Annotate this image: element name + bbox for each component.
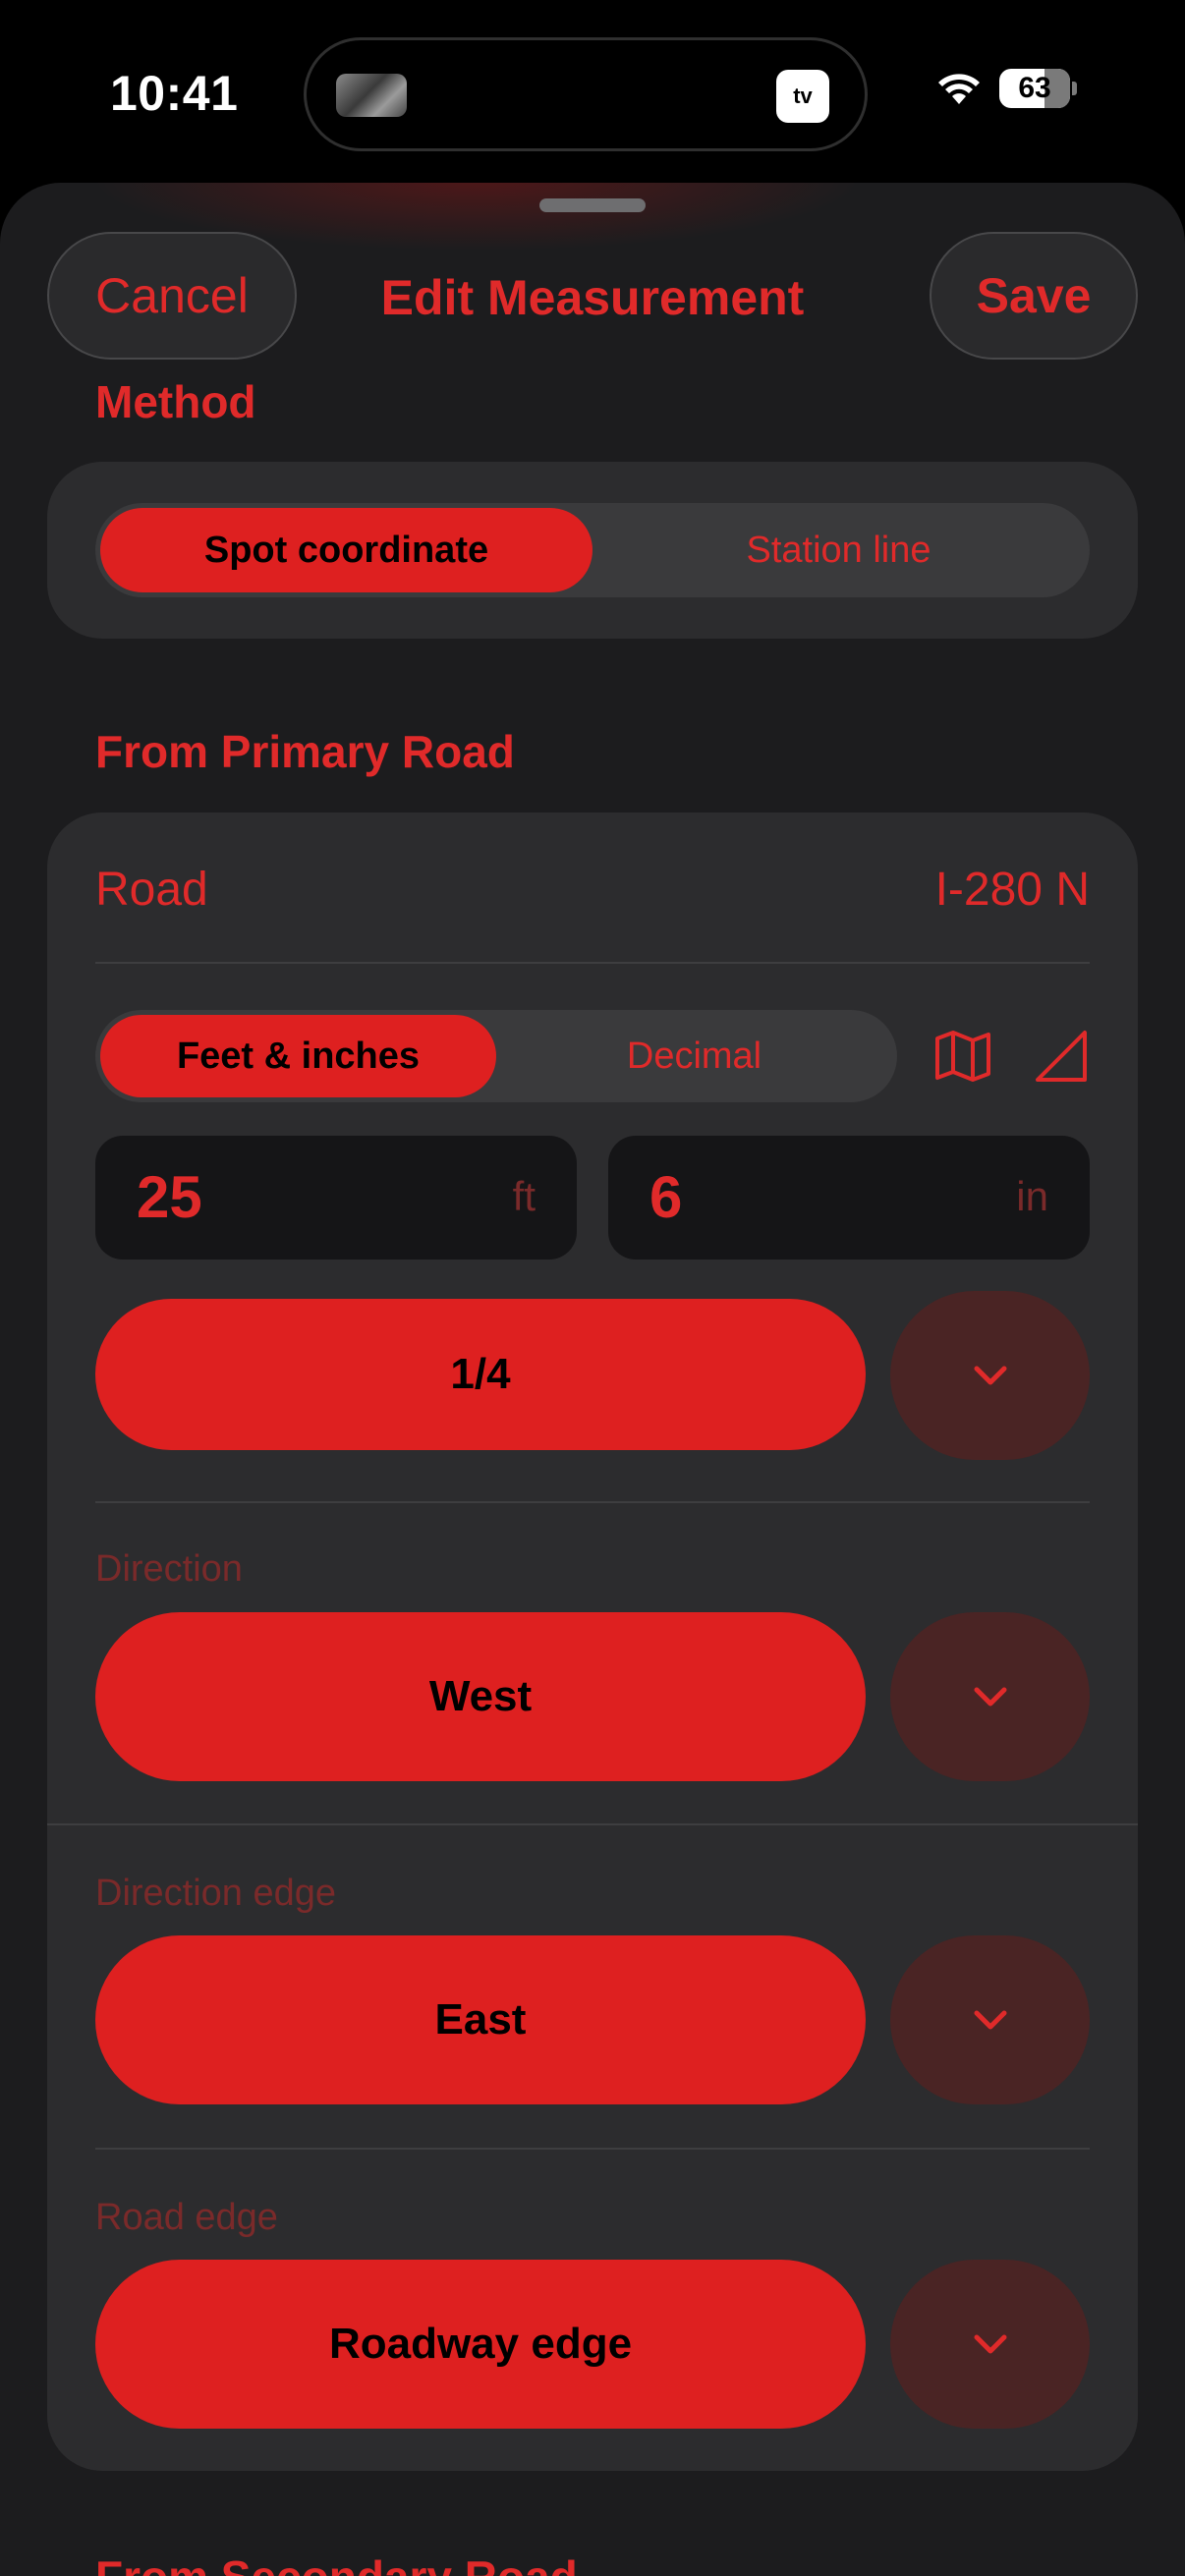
chevron-down-icon: [974, 2010, 1006, 2030]
road-row-label: Road: [95, 864, 208, 916]
primary-road-section-label: From Primary Road: [95, 726, 515, 777]
segment-spot-coordinate[interactable]: Spot coordinate: [100, 508, 592, 592]
direction-label: Direction: [95, 1548, 243, 1590]
road-edge-dropdown-button[interactable]: [890, 2260, 1090, 2429]
divider: [95, 2148, 1090, 2150]
fraction-picker-button[interactable]: 1/4: [95, 1299, 866, 1450]
inches-value: 6: [649, 1164, 683, 1230]
inches-input[interactable]: 6 in: [608, 1136, 1090, 1260]
feet-unit: ft: [512, 1173, 536, 1219]
apple-tv-icon: tv: [776, 70, 829, 123]
secondary-road-section-label: From Secondary Road: [95, 2550, 578, 2576]
segment-station-line[interactable]: Station line: [592, 508, 1085, 592]
units-segmented-control[interactable]: Feet & inches Decimal: [95, 1010, 897, 1102]
triangle-icon[interactable]: [1027, 1022, 1096, 1091]
dynamic-island[interactable]: tv: [304, 37, 868, 151]
battery-level: 63: [1018, 72, 1051, 104]
direction-edge-picker-button[interactable]: East: [95, 1935, 866, 2104]
chevron-down-icon: [974, 1366, 1006, 1385]
method-section-label: Method: [95, 376, 256, 427]
feet-input[interactable]: 25 ft: [95, 1136, 577, 1260]
road-edge-picker-button[interactable]: Roadway edge: [95, 2260, 866, 2429]
feet-value: 25: [137, 1164, 202, 1230]
now-playing-thumbnail: [336, 74, 407, 117]
fraction-dropdown-button[interactable]: [890, 1291, 1090, 1460]
direction-picker-button[interactable]: West: [95, 1612, 866, 1781]
battery-icon: 63: [999, 69, 1077, 108]
method-card: Spot coordinate Station line: [47, 462, 1138, 639]
direction-edge-dropdown-button[interactable]: [890, 1935, 1090, 2104]
map-icon[interactable]: [929, 1022, 997, 1091]
chevron-down-icon: [974, 1687, 1006, 1707]
road-edge-label: Road edge: [95, 2197, 278, 2238]
direction-dropdown-button[interactable]: [890, 1612, 1090, 1781]
divider: [47, 1823, 1138, 1825]
status-time: 10:41: [110, 66, 239, 121]
edit-measurement-sheet: Cancel Edit Measurement Save Method Spot…: [0, 183, 1185, 2576]
road-row-value[interactable]: I-280 N: [935, 863, 1090, 917]
direction-edge-label: Direction edge: [95, 1873, 337, 1914]
method-segmented-control[interactable]: Spot coordinate Station line: [95, 503, 1090, 597]
segment-decimal[interactable]: Decimal: [496, 1015, 892, 1097]
save-button[interactable]: Save: [930, 232, 1138, 360]
divider: [95, 962, 1090, 964]
status-indicators: 63: [936, 69, 1077, 108]
segment-feet-inches[interactable]: Feet & inches: [100, 1015, 496, 1097]
chevron-down-icon: [974, 2334, 1006, 2354]
sheet-grabber[interactable]: [539, 198, 646, 212]
divider: [95, 1501, 1090, 1503]
wifi-icon: [938, 74, 980, 104]
inches-unit: in: [1016, 1173, 1048, 1219]
